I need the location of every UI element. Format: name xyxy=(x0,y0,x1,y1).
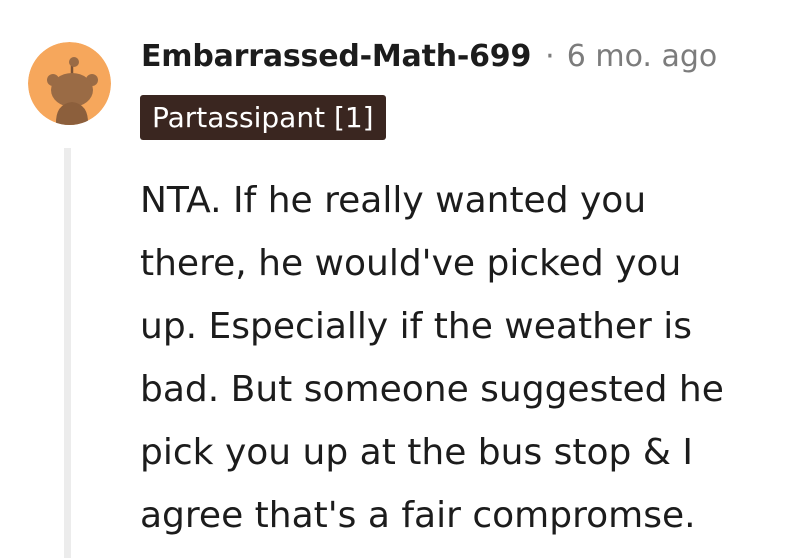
comment-timestamp[interactable]: 6 mo. ago xyxy=(567,39,718,74)
thread-collapse-line[interactable] xyxy=(64,148,71,558)
comment-body-line: pick you up at the bus stop & I xyxy=(140,432,693,473)
comment-body-line: up. Especially if the weather is xyxy=(140,306,693,347)
comment-body-line: bad. But someone suggested he xyxy=(140,369,724,410)
user-avatar-icon[interactable] xyxy=(28,42,111,125)
comment-body: NTA. If he really wanted you there, he w… xyxy=(140,169,802,547)
comment-body-line: agree that's a fair compromse. xyxy=(140,495,696,536)
comment-header: Embarrassed-Math-699 · 6 mo. ago xyxy=(141,34,717,78)
comment-author[interactable]: Embarrassed-Math-699 xyxy=(141,39,531,74)
comment-body-line: there, he would've picked you xyxy=(140,243,682,284)
user-flair-badge: Partassipant [1] xyxy=(140,95,386,140)
comment-body-line: NTA. If he really wanted you xyxy=(140,180,647,221)
meta-separator: · xyxy=(545,38,555,74)
